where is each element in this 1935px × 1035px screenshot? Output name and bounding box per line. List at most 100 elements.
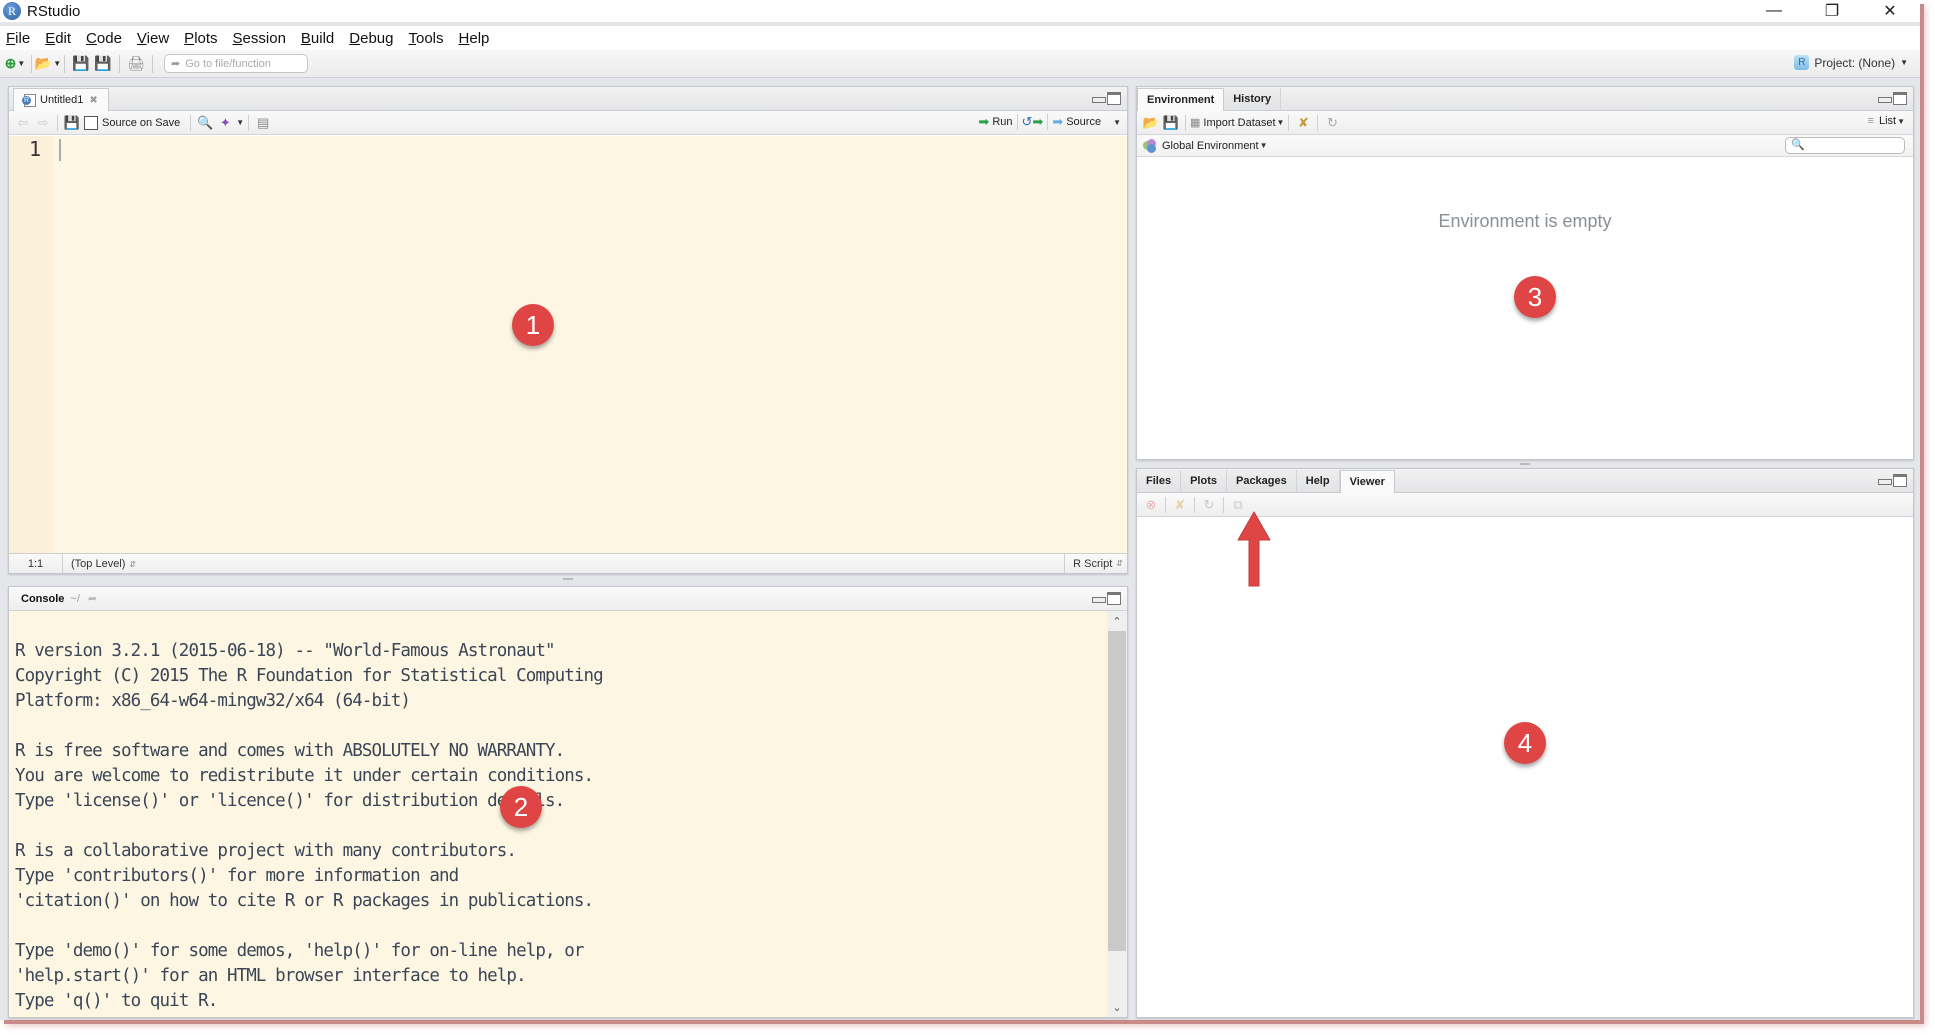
- import-dataset-label: Import Dataset: [1203, 116, 1276, 129]
- toolbar-divider: [1016, 114, 1018, 130]
- cursor-position: 1:1: [9, 554, 63, 573]
- run-label: Run: [992, 116, 1013, 128]
- source-button[interactable]: ➡ Source: [1052, 114, 1101, 130]
- console-scrollbar[interactable]: ⌃ ⌄: [1107, 611, 1127, 1017]
- tab-plots[interactable]: Plots: [1181, 470, 1227, 492]
- broom-icon[interactable]: ✘: [1293, 114, 1313, 132]
- minimize-pane-button[interactable]: [1091, 592, 1106, 605]
- rerun-button[interactable]: ↺➡: [1022, 114, 1044, 130]
- updown-icon: ⇵: [1116, 559, 1123, 568]
- environment-search-input[interactable]: 🔍: [1785, 137, 1905, 154]
- save-all-icon: 💾: [94, 55, 112, 71]
- menu-help[interactable]: Help: [459, 30, 490, 47]
- chevron-down-icon: ▼: [1276, 118, 1285, 127]
- window-title: RStudio: [27, 2, 81, 20]
- console-header: Console ~/ ➦: [9, 587, 1127, 611]
- tab-files[interactable]: Files: [1137, 470, 1182, 492]
- go-to-directory-icon[interactable]: ➦: [88, 592, 97, 605]
- code-editor[interactable]: 1: [9, 136, 1127, 553]
- menu-build[interactable]: Build: [301, 30, 334, 47]
- project-label: Project: (None): [1814, 55, 1896, 70]
- tab-environment[interactable]: Environment: [1137, 88, 1225, 111]
- source-dropdown-icon[interactable]: ▼: [1113, 118, 1121, 127]
- scroll-down-icon[interactable]: ⌄: [1107, 997, 1127, 1017]
- horizontal-splitter[interactable]: [563, 578, 573, 580]
- files-tabs: Files Plots Packages Help Viewer: [1137, 469, 1913, 493]
- maximize-pane-button[interactable]: [1107, 92, 1121, 105]
- console-line: R version 3.2.1 (2015-06-18) -- "World-F…: [15, 641, 556, 661]
- menu-code[interactable]: Code: [86, 30, 122, 47]
- tab-viewer[interactable]: Viewer: [1339, 470, 1395, 493]
- chevron-down-icon: ▼: [1259, 141, 1268, 150]
- tab-history[interactable]: History: [1224, 88, 1282, 110]
- save-all-button[interactable]: 💾: [92, 54, 114, 74]
- scroll-up-icon[interactable]: ⌃: [1107, 611, 1127, 631]
- back-arrow-icon[interactable]: ⇦: [13, 114, 33, 132]
- menu-plots[interactable]: Plots: [184, 30, 217, 47]
- restore-button[interactable]: ❐: [1809, 0, 1855, 22]
- maximize-pane-button[interactable]: [1893, 92, 1907, 105]
- minimize-pane-button[interactable]: [1877, 474, 1892, 487]
- load-workspace-icon[interactable]: 📂: [1141, 114, 1161, 132]
- global-environment-dropdown[interactable]: Global Environment ▼: [1143, 138, 1268, 153]
- scope-selector[interactable]: (Top Level) ⇵: [63, 558, 136, 570]
- minimize-button[interactable]: —: [1751, 0, 1797, 22]
- scroll-thumb[interactable]: [1108, 631, 1126, 951]
- magic-wand-icon[interactable]: ✦: [215, 114, 235, 132]
- menu-file[interactable]: File: [6, 30, 30, 47]
- maximize-pane-button[interactable]: [1107, 592, 1121, 605]
- tab-packages[interactable]: Packages: [1226, 470, 1297, 492]
- scope-label: Global Environment: [1162, 139, 1259, 152]
- tab-untitled1[interactable]: Untitled1 ✖: [13, 88, 109, 111]
- vertical-splitter[interactable]: [1520, 463, 1530, 465]
- minimize-pane-button[interactable]: [1091, 92, 1106, 105]
- chevron-down-icon[interactable]: ▼: [236, 118, 244, 127]
- source-on-save-checkbox[interactable]: [84, 115, 98, 130]
- go-to-placeholder: Go to file/function: [185, 57, 271, 70]
- view-mode-dropdown[interactable]: ≡ List ▼: [1868, 115, 1905, 127]
- minimize-pane-button[interactable]: [1877, 92, 1892, 105]
- menu-debug[interactable]: Debug: [349, 30, 393, 47]
- menu-tools[interactable]: Tools: [409, 30, 444, 47]
- clear-viewer-icon[interactable]: ⊗: [1141, 496, 1161, 514]
- save-workspace-icon[interactable]: 💾: [1161, 114, 1181, 132]
- run-icon: ➡: [978, 114, 990, 129]
- open-file-button[interactable]: 📂 ▼: [35, 54, 61, 74]
- menu-edit[interactable]: Edit: [45, 30, 71, 47]
- console-output[interactable]: R version 3.2.1 (2015-06-18) -- "World-F…: [9, 611, 1127, 1017]
- text-cursor: [59, 139, 61, 161]
- tab-help[interactable]: Help: [1296, 470, 1340, 492]
- import-dataset-button[interactable]: ▦ Import Dataset ▼: [1190, 116, 1285, 130]
- r-file-icon: [22, 93, 36, 107]
- close-button[interactable]: ✕: [1867, 0, 1913, 22]
- project-menu[interactable]: R Project: (None) ▼: [1794, 55, 1908, 70]
- source-pane: Untitled1 ✖ ⇦ ⇨ 💾 Source on Save 🔍 ✦ ▼ ▤: [8, 86, 1128, 574]
- new-file-button[interactable]: ⊕ ▼: [4, 54, 26, 74]
- notebook-icon[interactable]: ▤: [253, 114, 273, 132]
- close-tab-icon[interactable]: ✖: [89, 95, 97, 106]
- save-icon[interactable]: 💾: [62, 114, 82, 132]
- maximize-pane-button[interactable]: [1893, 474, 1907, 487]
- save-button[interactable]: 💾: [70, 54, 92, 74]
- search-icon: 🔍: [1791, 139, 1805, 151]
- refresh-icon[interactable]: ↻: [1199, 496, 1219, 514]
- console-line: 'citation()' on how to cite R or R packa…: [15, 891, 594, 911]
- go-to-file-input[interactable]: ➦ Go to file/function: [164, 54, 308, 73]
- toolbar-divider: [1194, 496, 1195, 513]
- forward-arrow-icon[interactable]: ⇨: [33, 114, 53, 132]
- print-button[interactable]: 🖨: [125, 54, 147, 74]
- go-to-arrow-icon: ➦: [171, 58, 181, 70]
- toolbar-divider: [1047, 114, 1049, 130]
- menu-session[interactable]: Session: [233, 30, 286, 47]
- file-type-selector[interactable]: R Script ⇵: [1064, 554, 1123, 573]
- refresh-icon[interactable]: ↻: [1322, 114, 1342, 132]
- source-tabs: Untitled1 ✖: [9, 87, 1127, 111]
- pane-controls: [1877, 92, 1907, 105]
- pane-controls: [1091, 592, 1121, 605]
- broom-icon[interactable]: ✘: [1170, 496, 1190, 514]
- run-button[interactable]: ➡ Run: [978, 114, 1012, 130]
- line-gutter: 1: [9, 136, 53, 553]
- search-icon[interactable]: 🔍: [195, 114, 215, 132]
- menu-view[interactable]: View: [137, 30, 169, 47]
